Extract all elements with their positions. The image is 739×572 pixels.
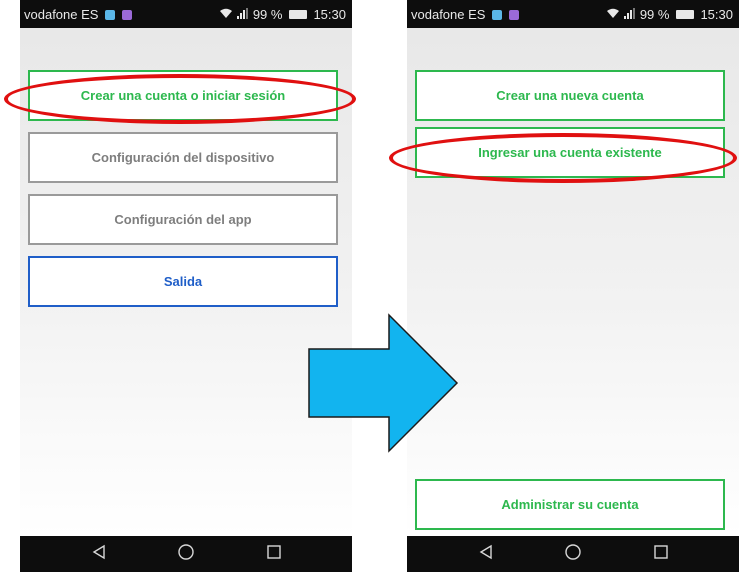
signal-icon bbox=[623, 7, 636, 22]
app-settings-button[interactable]: Configuración del app bbox=[28, 194, 338, 245]
back-icon[interactable] bbox=[91, 544, 107, 565]
battery-percent: 99 % bbox=[252, 7, 283, 22]
carrier-label: vodafone ES bbox=[411, 7, 486, 22]
sim-card-icon bbox=[105, 10, 116, 20]
navigation-bar bbox=[407, 536, 739, 572]
notification-icon bbox=[508, 10, 519, 20]
create-new-account-button[interactable]: Crear una nueva cuenta bbox=[415, 70, 725, 121]
back-icon[interactable] bbox=[478, 544, 494, 565]
exit-button[interactable]: Salida bbox=[28, 256, 338, 307]
signal-icon bbox=[236, 7, 249, 22]
notification-icon bbox=[121, 10, 132, 20]
wifi-icon bbox=[606, 7, 620, 22]
status-bar: vodafone ES 99 % 15:30 bbox=[20, 0, 352, 28]
right-arrow-icon bbox=[308, 313, 459, 453]
clock: 15:30 bbox=[700, 7, 733, 22]
app-screen: Crear una nueva cuenta Ingresar una cuen… bbox=[407, 28, 739, 536]
login-existing-account-button[interactable]: Ingresar una cuenta existente bbox=[415, 127, 725, 178]
manage-account-button[interactable]: Administrar su cuenta bbox=[415, 479, 725, 530]
recents-icon[interactable] bbox=[266, 544, 282, 565]
right-phone-screen: vodafone ES 99 % 15:30 Crear una nueva c… bbox=[407, 0, 739, 572]
recents-icon[interactable] bbox=[653, 544, 669, 565]
status-bar: vodafone ES 99 % 15:30 bbox=[407, 0, 739, 28]
create-account-or-login-button[interactable]: Crear una cuenta o iniciar sesión bbox=[28, 70, 338, 121]
sim-card-icon bbox=[492, 10, 503, 20]
home-icon[interactable] bbox=[177, 543, 195, 566]
left-phone-screen: vodafone ES 99 % 15:30 Crear una cuenta … bbox=[20, 0, 352, 572]
device-settings-button[interactable]: Configuración del dispositivo bbox=[28, 132, 338, 183]
navigation-bar bbox=[20, 536, 352, 572]
home-icon[interactable] bbox=[564, 543, 582, 566]
app-screen: Crear una cuenta o iniciar sesión Config… bbox=[20, 28, 352, 536]
wifi-icon bbox=[219, 7, 233, 22]
clock: 15:30 bbox=[313, 7, 346, 22]
battery-percent: 99 % bbox=[639, 7, 670, 22]
battery-icon bbox=[676, 10, 695, 19]
battery-icon bbox=[289, 10, 308, 19]
carrier-label: vodafone ES bbox=[24, 7, 99, 22]
